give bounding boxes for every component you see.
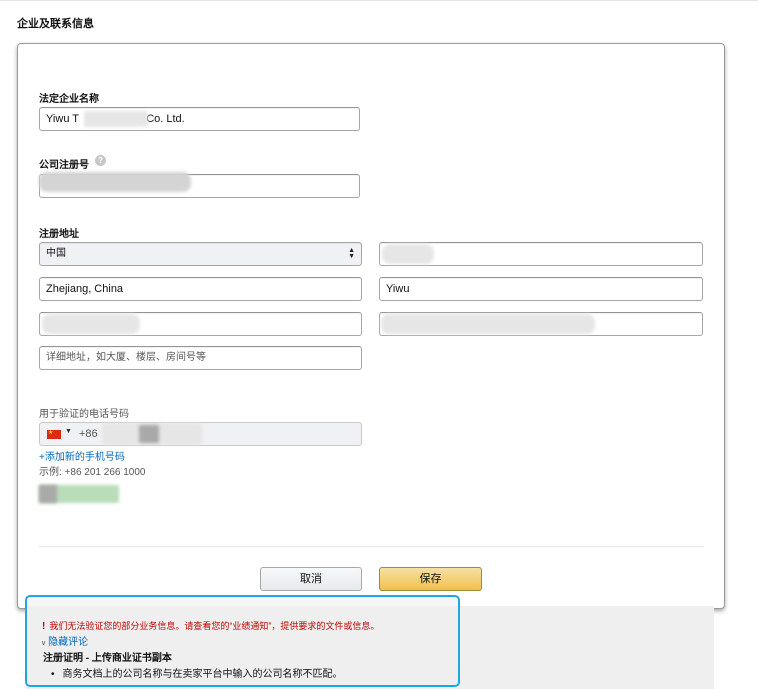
error-text: 我们无法验证您的部分业务信息。请查看您的“业绩通知”，提供要求的文件或信息。 (49, 621, 380, 631)
notice-heading: 注册证明 - 上传商业证书副本 (43, 653, 172, 664)
detail-address-placeholder: 详细地址，如大厦、楼层、房间号等 (46, 352, 206, 363)
redaction-blur (139, 425, 159, 443)
select-arrows-icon: ▲ ▼ (348, 247, 355, 260)
cancel-button[interactable]: 取消 (260, 567, 362, 591)
province-value: Zhejiang, China (46, 283, 124, 295)
redaction-blur (84, 111, 148, 127)
error-icon: ! (42, 621, 46, 632)
redaction-blur (39, 172, 191, 192)
legal-name-value-start: Yiwu T (46, 113, 80, 125)
section-title: 企业及联系信息 (17, 18, 94, 30)
redaction-blur (39, 485, 57, 503)
notice-bullet-text: 商务文档上的公司名称与在卖家平台中输入的公司名称不匹配。 (62, 669, 343, 680)
country-select[interactable]: 中国 ▲ ▼ (39, 242, 362, 266)
province-input[interactable]: Zhejiang, China (39, 277, 362, 301)
question-mark-icon[interactable]: ? (95, 155, 106, 166)
business-info-card: 法定企业名称 Yiwu Tg Co. Ltd. 公司注册号 ? 注册地址 中国 … (17, 43, 725, 609)
detail-address-input[interactable]: 详细地址，如大厦、楼层、房间号等 (39, 346, 362, 370)
form-divider (39, 546, 704, 547)
top-divider (0, 0, 758, 1)
phone-example: 示例: +86 201 266 1000 (39, 467, 146, 478)
legal-name-label: 法定企业名称 (39, 94, 99, 105)
caret-down-icon[interactable]: ▼ (65, 428, 72, 435)
dial-code: +86 (79, 428, 98, 440)
notice-bullet: • 商务文档上的公司名称与在卖家平台中输入的公司名称不匹配。 (51, 665, 343, 680)
hide-comments-toggle[interactable]: ∨ 隐藏评论 (41, 633, 88, 648)
bullet-icon: • (51, 669, 55, 680)
city-value: Yiwu (386, 283, 410, 295)
redaction-blur (42, 314, 140, 334)
redaction-blur (381, 314, 595, 334)
country-value: 中国 (46, 248, 66, 259)
error-message: ! 我们无法验证您的部分业务信息。请查看您的“业绩通知”，提供要求的文件或信息。 (42, 619, 379, 632)
address-label: 注册地址 (39, 229, 79, 240)
save-button[interactable]: 保存 (379, 567, 482, 591)
add-phone-link[interactable]: +添加新的手机号码 (39, 448, 125, 463)
redaction-blur (382, 244, 434, 264)
chevron-down-icon: ∨ (41, 640, 47, 647)
hide-comments-label: 隐藏评论 (48, 637, 89, 648)
city-input[interactable]: Yiwu (379, 277, 703, 301)
phone-label: 用于验证的电话号码 (39, 409, 129, 420)
reg-number-label: 公司注册号 (39, 160, 89, 171)
china-flag-icon[interactable]: ★ (47, 430, 61, 439)
